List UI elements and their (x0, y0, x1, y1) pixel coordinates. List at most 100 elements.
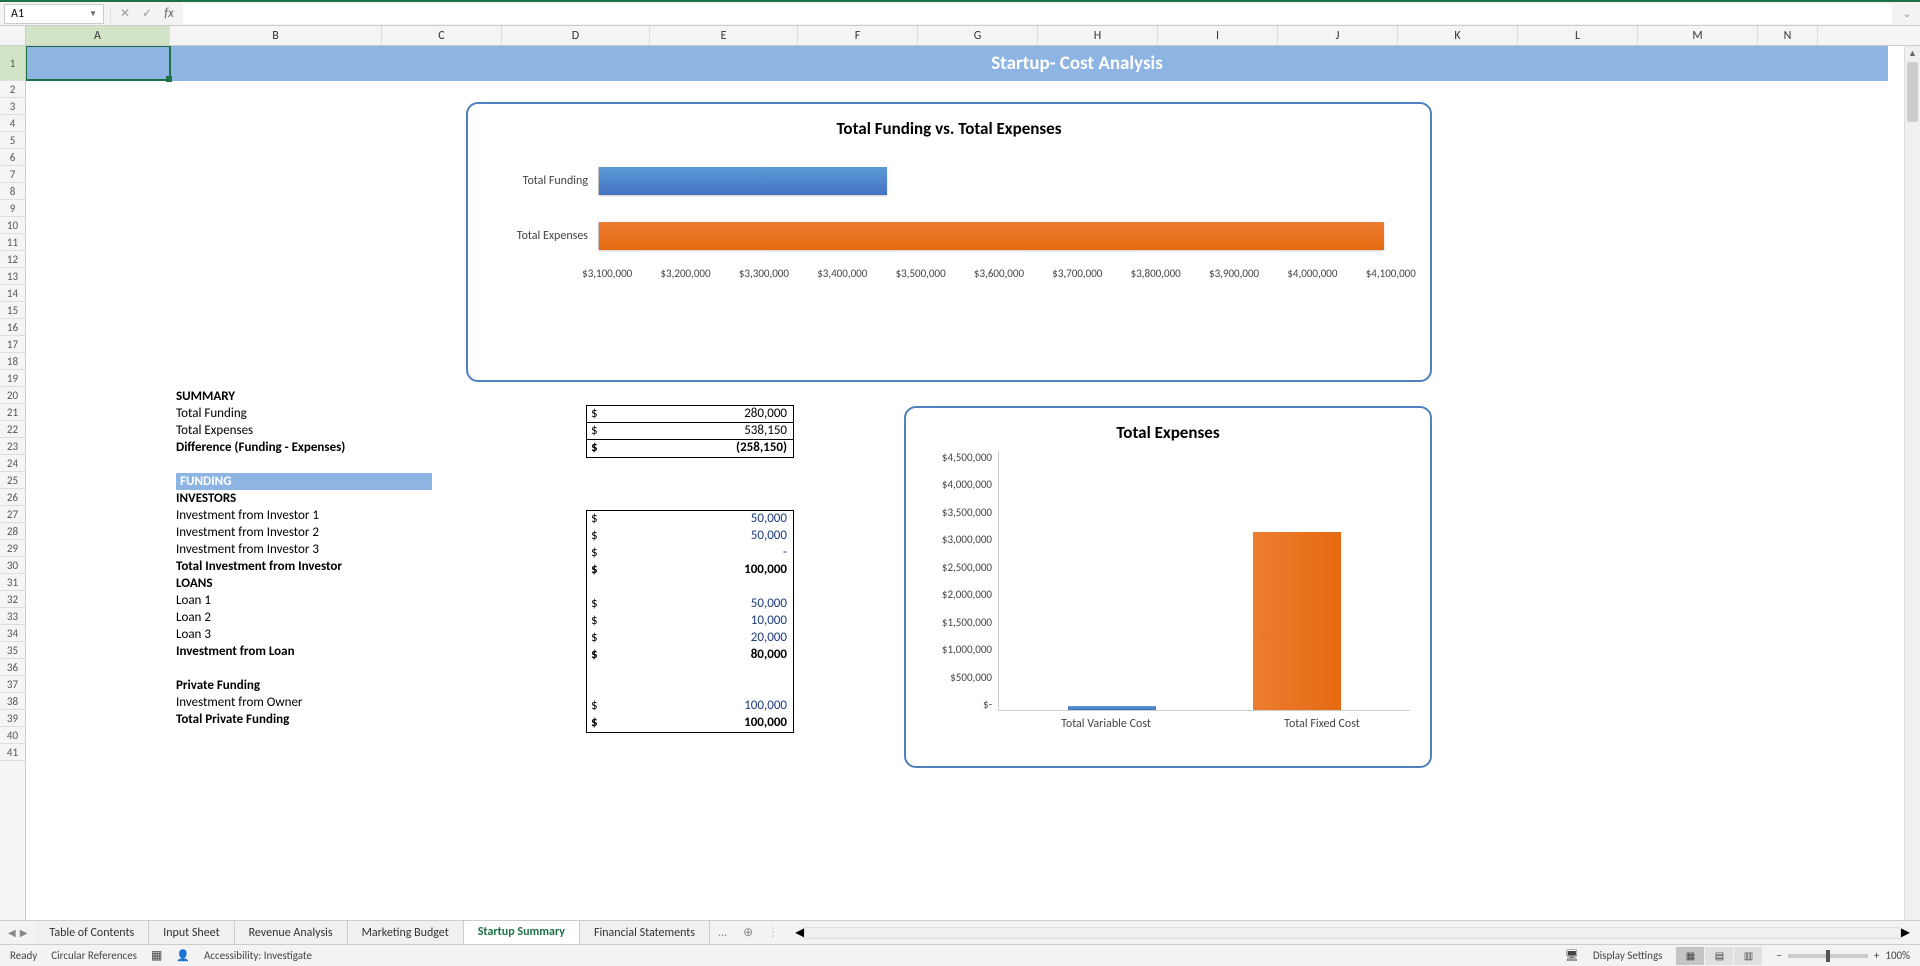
summary-line: Total Funding (176, 405, 436, 422)
row-header-21[interactable]: 21 (0, 404, 25, 421)
summary-line: Investment from Loan (176, 643, 436, 660)
cancel-icon[interactable]: ✕ (117, 6, 133, 22)
row-header-17[interactable]: 17 (0, 336, 25, 353)
sheet-tab[interactable]: Table of Contents (35, 921, 149, 945)
chart2-bars (998, 451, 1410, 711)
sheet-tab[interactable]: Financial Statements (580, 921, 710, 945)
row-header-1[interactable]: 1 (0, 46, 25, 81)
row-header-37[interactable]: 37 (0, 676, 25, 693)
scroll-thumb[interactable] (1907, 62, 1918, 122)
row-header-26[interactable]: 26 (0, 489, 25, 506)
column-header-J[interactable]: J (1278, 26, 1398, 45)
column-header-D[interactable]: D (502, 26, 650, 45)
sheet-tab[interactable]: Marketing Budget (348, 921, 464, 945)
row-header-41[interactable]: 41 (0, 744, 25, 761)
column-header-N[interactable]: N (1758, 26, 1818, 45)
row-header-24[interactable]: 24 (0, 455, 25, 472)
sheet-tab[interactable]: Revenue Analysis (235, 921, 348, 945)
chart2-bar-label: Total Variable Cost (998, 717, 1214, 731)
view-page-break-icon[interactable]: ▥ (1734, 947, 1762, 965)
row-header-19[interactable]: 19 (0, 370, 25, 387)
expand-formula-bar-icon[interactable]: ⌄ (1898, 7, 1916, 20)
row-header-20[interactable]: 20 (0, 387, 25, 404)
row-header-3[interactable]: 3 (0, 98, 25, 115)
column-header-K[interactable]: K (1398, 26, 1518, 45)
row-header-10[interactable]: 10 (0, 217, 25, 234)
row-header-15[interactable]: 15 (0, 302, 25, 319)
column-header-A[interactable]: A (26, 26, 170, 45)
chart-funding-vs-expenses[interactable]: Total Funding vs. Total Expenses Total F… (466, 102, 1432, 382)
hscroll-right-icon[interactable]: ▶ (1901, 925, 1910, 940)
column-header-M[interactable]: M (1638, 26, 1758, 45)
add-sheet-icon[interactable]: ⊕ (735, 925, 761, 940)
sheet-tab[interactable]: Startup Summary (464, 921, 580, 945)
view-page-layout-icon[interactable]: ▤ (1705, 947, 1733, 965)
view-normal-icon[interactable]: ▦ (1676, 947, 1704, 965)
zoom-slider[interactable] (1788, 954, 1868, 958)
status-display-settings[interactable]: Display Settings (1593, 949, 1663, 962)
sheet-tab[interactable]: Input Sheet (149, 921, 234, 945)
zoom-level[interactable]: 100% (1885, 949, 1910, 962)
row-header-31[interactable]: 31 (0, 574, 25, 591)
tabs-more[interactable]: ... (710, 926, 735, 940)
scroll-up-icon[interactable]: ▲ (1905, 46, 1920, 62)
row-header-35[interactable]: 35 (0, 642, 25, 659)
row-header-36[interactable]: 36 (0, 659, 25, 676)
row-header-16[interactable]: 16 (0, 319, 25, 336)
chart-total-expenses[interactable]: Total Expenses $4,500,000$4,000,000$3,50… (904, 406, 1432, 768)
select-all-triangle[interactable] (0, 26, 26, 45)
row-header-14[interactable]: 14 (0, 285, 25, 302)
accessibility-icon[interactable]: 👤 (176, 949, 190, 962)
row-header-23[interactable]: 23 (0, 438, 25, 455)
column-header-L[interactable]: L (1518, 26, 1638, 45)
row-header-40[interactable]: 40 (0, 727, 25, 744)
row-header-18[interactable]: 18 (0, 353, 25, 370)
row-header-2[interactable]: 2 (0, 81, 25, 98)
row-header-29[interactable]: 29 (0, 540, 25, 557)
display-settings-icon[interactable]: 🖥 (1565, 949, 1579, 962)
row-header-4[interactable]: 4 (0, 115, 25, 132)
macro-record-icon[interactable]: ▦ (151, 948, 162, 963)
column-header-E[interactable]: E (650, 26, 798, 45)
row-header-30[interactable]: 30 (0, 557, 25, 574)
row-header-5[interactable]: 5 (0, 132, 25, 149)
column-header-G[interactable]: G (918, 26, 1038, 45)
column-header-I[interactable]: I (1158, 26, 1278, 45)
row-header-34[interactable]: 34 (0, 625, 25, 642)
row-header-12[interactable]: 12 (0, 251, 25, 268)
chart2-bar (1253, 532, 1341, 710)
fx-icon[interactable]: fx (161, 6, 177, 22)
row-header-8[interactable]: 8 (0, 183, 25, 200)
zoom-out-icon[interactable]: − (1776, 949, 1781, 962)
row-header-25[interactable]: 25 (0, 472, 25, 489)
row-header-6[interactable]: 6 (0, 149, 25, 166)
vertical-scrollbar[interactable]: ▲ ▼ (1904, 46, 1920, 940)
hscroll-left-icon[interactable]: ◀ (795, 925, 804, 940)
row-header-13[interactable]: 13 (0, 268, 25, 285)
row-header-27[interactable]: 27 (0, 506, 25, 523)
row-header-9[interactable]: 9 (0, 200, 25, 217)
row-header-22[interactable]: 22 (0, 421, 25, 438)
formula-input[interactable] (183, 4, 1892, 24)
column-header-F[interactable]: F (798, 26, 918, 45)
chart2-y-axis: $4,500,000$4,000,000$3,500,000$3,000,000… (926, 451, 998, 711)
tab-nav-next-icon[interactable]: ▶ (20, 926, 28, 939)
name-box[interactable]: A1 ▼ (4, 4, 104, 24)
row-header-28[interactable]: 28 (0, 523, 25, 540)
column-header-B[interactable]: B (170, 26, 382, 45)
row-header-38[interactable]: 38 (0, 693, 25, 710)
sheet-area[interactable]: Startup- Cost Analysis Total Funding vs.… (26, 46, 1920, 926)
row-header-32[interactable]: 32 (0, 591, 25, 608)
column-header-H[interactable]: H (1038, 26, 1158, 45)
chevron-down-icon[interactable]: ▼ (89, 9, 97, 19)
row-header-7[interactable]: 7 (0, 166, 25, 183)
column-header-C[interactable]: C (382, 26, 502, 45)
zoom-in-icon[interactable]: + (1874, 949, 1879, 962)
horizontal-scrollbar[interactable] (804, 927, 1900, 939)
row-header-33[interactable]: 33 (0, 608, 25, 625)
accept-icon[interactable]: ✓ (139, 6, 155, 22)
row-header-39[interactable]: 39 (0, 710, 25, 727)
row-header-11[interactable]: 11 (0, 234, 25, 251)
status-accessibility[interactable]: Accessibility: Investigate (204, 949, 312, 962)
tab-nav-prev-icon[interactable]: ◀ (8, 926, 16, 939)
